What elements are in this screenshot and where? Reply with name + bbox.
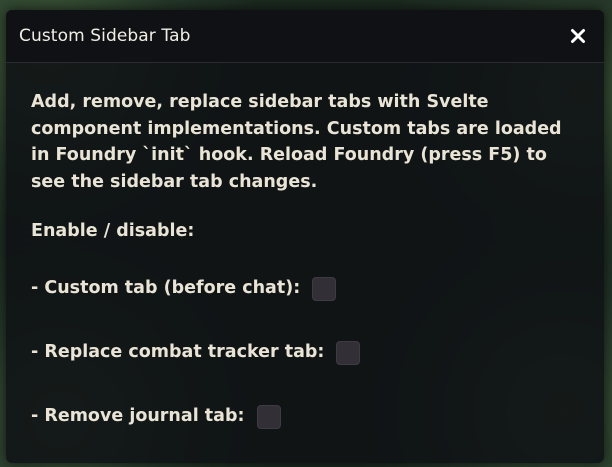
window-title: Custom Sidebar Tab	[19, 26, 191, 46]
enable-disable-label: Enable / disable:	[31, 221, 195, 241]
replace-combat-tracker-checkbox[interactable]	[336, 340, 361, 365]
window-content: Add, remove, replace sidebar tabs with S…	[6, 63, 604, 430]
window-header[interactable]: Custom Sidebar Tab	[6, 10, 604, 63]
custom-tab-checkbox[interactable]	[312, 276, 337, 301]
remove-journal-checkbox[interactable]	[256, 404, 281, 429]
option-remove-journal: - Remove journal tab:	[31, 404, 579, 430]
option-replace-combat-tracker-label: - Replace combat tracker tab:	[31, 342, 325, 363]
description-text: Add, remove, replace sidebar tabs with S…	[31, 92, 562, 192]
option-replace-combat-tracker: - Replace combat tracker tab:	[31, 340, 579, 366]
close-icon	[571, 29, 585, 43]
close-button[interactable]	[566, 24, 590, 48]
custom-sidebar-tab-window: Custom Sidebar Tab Add, remove, replace …	[6, 10, 604, 463]
option-custom-tab-label: - Custom tab (before chat):	[31, 278, 301, 299]
option-custom-tab: - Custom tab (before chat):	[31, 276, 579, 302]
option-remove-journal-label: - Remove journal tab:	[31, 406, 245, 427]
